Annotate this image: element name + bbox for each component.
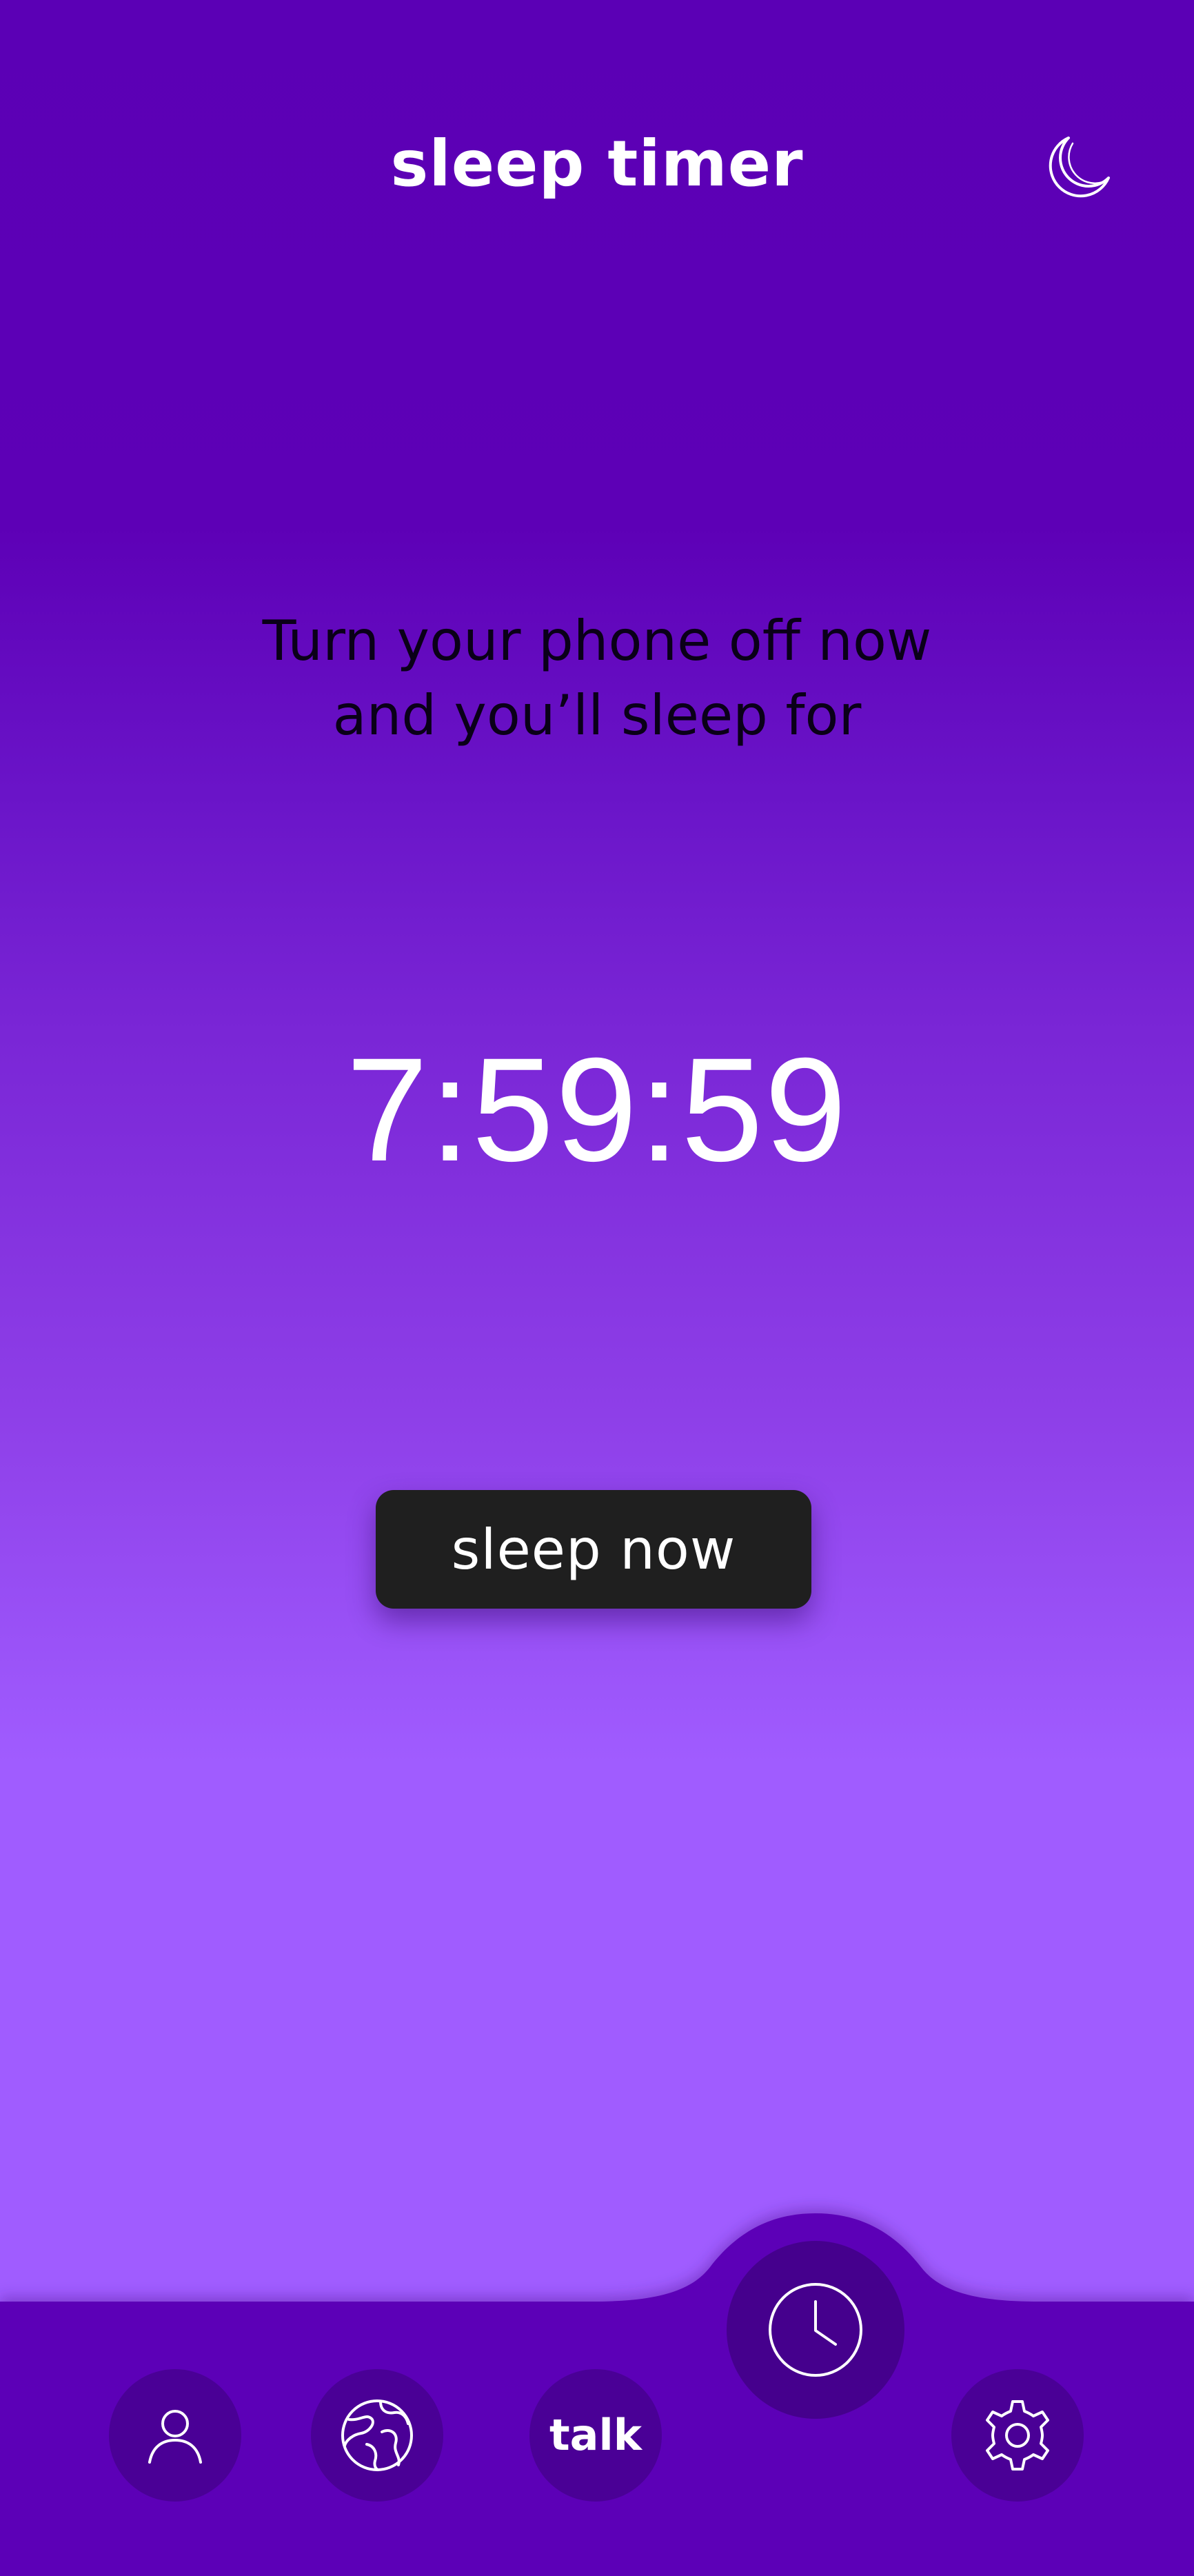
- page-title: sleep timer: [390, 127, 804, 201]
- tab-talk[interactable]: talk: [529, 2369, 662, 2502]
- gear-icon: [986, 2400, 1049, 2471]
- globe-icon: [341, 2399, 413, 2471]
- tab-settings[interactable]: [951, 2369, 1084, 2502]
- countdown-timer: 7:59:59: [346, 1027, 848, 1192]
- user-icon: [148, 2410, 202, 2464]
- sleep-prompt: Turn your phone off now and you’ll sleep…: [0, 604, 1194, 753]
- tab-sleep-timer[interactable]: [727, 2241, 904, 2419]
- sleep-prompt-line-1: Turn your phone off now: [262, 609, 932, 673]
- sleep-prompt-line-2: and you’ll sleep for: [332, 683, 862, 747]
- tab-explore[interactable]: [311, 2369, 443, 2502]
- moon-icon[interactable]: [1042, 131, 1114, 203]
- tab-talk-label: talk: [549, 2410, 642, 2460]
- tab-profile[interactable]: [109, 2369, 241, 2502]
- sleep-now-button[interactable]: sleep now: [376, 1490, 811, 1609]
- clock-icon: [769, 2283, 862, 2377]
